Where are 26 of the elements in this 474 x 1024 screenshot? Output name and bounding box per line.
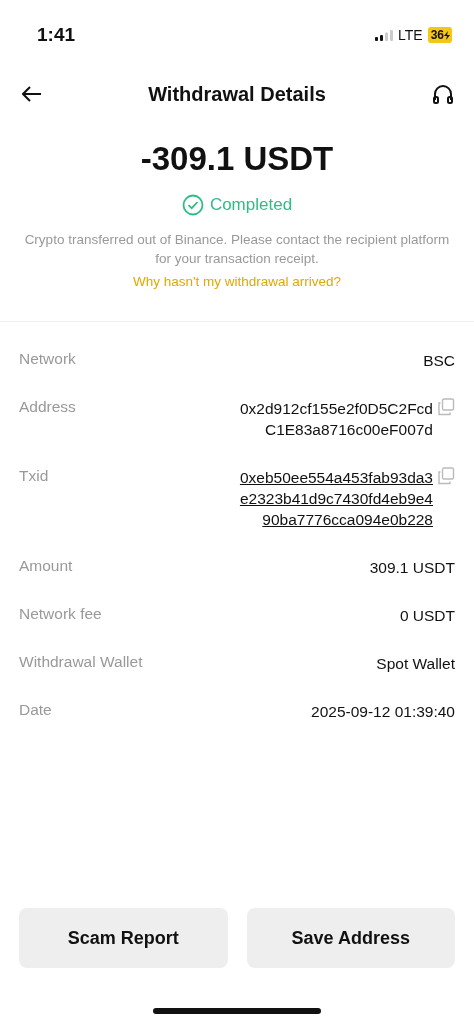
headset-icon[interactable] [432,83,454,105]
detail-label: Network [19,350,76,368]
page-title: Withdrawal Details [148,82,326,106]
detail-value: 0 USDT [399,606,455,626]
detail-label: Txid [19,467,49,485]
detail-value: 309.1 USDT [369,558,455,578]
detail-label: Date [19,701,52,719]
txid-link[interactable]: 0xeb50ee554a453fab93da3 e2323b41d9c7430fd4eb9e4 90ba7776cca094e0b228 [239,467,433,530]
withdrawal-amount: -309.1 USDT [140,140,334,178]
scam-report-button[interactable]: Scam Report [19,908,228,968]
signal-icon [375,29,393,41]
detail-value: Spot Wallet [376,654,455,674]
back-arrow-icon[interactable] [22,86,42,102]
detail-label: Withdrawal Wallet [19,653,143,671]
save-address-button[interactable]: Save Address [246,908,455,968]
detail-value: 0x2d912cf155e2f0D5C2Fcd C1E83a8716c00eF007d [239,399,433,440]
network-label: LTE [398,27,423,43]
transfer-note: Crypto transferred out of Binance. Please contact the recipient platform for your transaction receipt. [23,231,451,268]
detail-value: BSC [423,351,455,371]
detail-label: Amount [19,557,73,575]
battery-indicator: 36 [427,27,452,43]
detail-value: 2025-09-12 01:39:40 [311,702,455,722]
detail-label: Address [19,398,76,416]
detail-label: Network fee [19,605,102,623]
status-time: 1:41 [37,24,76,46]
status-label: Completed [209,195,293,215]
